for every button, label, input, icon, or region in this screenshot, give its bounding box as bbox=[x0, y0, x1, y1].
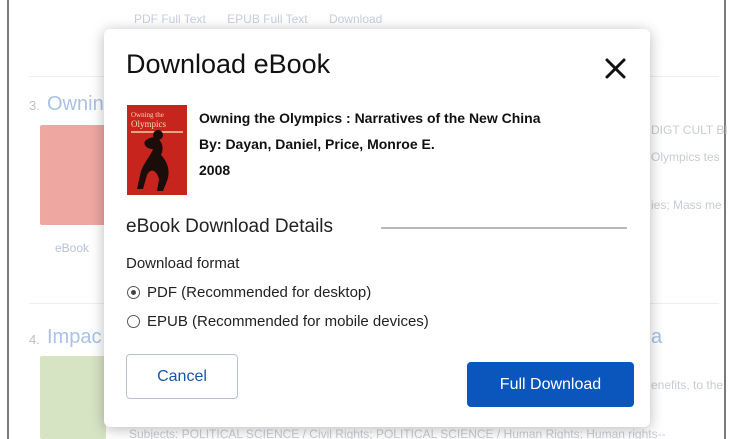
book-title: Owning the Olympics : Narratives of the … bbox=[199, 110, 541, 126]
download-format-label: Download format bbox=[126, 255, 240, 272]
bg-pdf-link: PDF Full Text bbox=[134, 12, 206, 26]
section-divider bbox=[381, 227, 627, 229]
bg-item3-side-text-1: DIGT CULT BI bbox=[651, 123, 728, 137]
bg-item4-number: 4. bbox=[29, 332, 40, 347]
dialog-title: Download eBook bbox=[126, 49, 331, 79]
background-toplinks: PDF Full Text EPUB Full Text Download bbox=[134, 12, 400, 26]
radio-epub[interactable] bbox=[127, 315, 140, 328]
frame-border-right bbox=[724, 0, 726, 439]
bg-item3-thumb-label: eBook bbox=[55, 241, 90, 255]
book-info: Owning the Olympics : Narratives of the … bbox=[199, 105, 541, 183]
download-ebook-dialog: Download eBook Owning the Olympics Ownin… bbox=[104, 29, 650, 427]
bg-item3-title: Ownin bbox=[47, 93, 104, 115]
bg-item4-side-text-1: enefits, to the bbox=[651, 378, 724, 392]
bg-item4-title: Impac bbox=[47, 326, 102, 348]
bg-item3-side-text-3: ies; Mass me bbox=[651, 198, 722, 212]
bg-item3-side-text-2: Olympics tes bbox=[651, 150, 720, 164]
bg-item3-number: 3. bbox=[29, 98, 40, 113]
bg-item4-title-tail: a bbox=[651, 326, 663, 348]
cover-title-text: Olympics bbox=[131, 119, 166, 129]
cancel-button[interactable]: Cancel bbox=[126, 354, 238, 399]
format-option-epub[interactable]: EPUB (Recommended for mobile devices) bbox=[127, 313, 429, 330]
section-heading: eBook Download Details bbox=[126, 216, 334, 237]
format-option-epub-label: EPUB (Recommended for mobile devices) bbox=[147, 313, 429, 330]
book-year: 2008 bbox=[199, 162, 231, 178]
bg-epub-link: EPUB Full Text bbox=[227, 12, 308, 26]
bg-item3-thumbnail bbox=[40, 125, 106, 225]
radio-pdf[interactable] bbox=[127, 286, 140, 299]
book-cover-artwork: Owning the Olympics bbox=[127, 105, 187, 195]
bg-item4-thumbnail bbox=[40, 356, 106, 439]
bg-item4-subjects: Subjects: POLITICAL SCIENCE / Civil Righ… bbox=[129, 427, 666, 439]
cover-title-text: Owning the bbox=[131, 111, 164, 119]
book-authors: By: Dayan, Daniel, Price, Monroe E. bbox=[199, 136, 435, 152]
close-icon bbox=[605, 58, 626, 79]
format-option-pdf-label: PDF (Recommended for desktop) bbox=[147, 284, 372, 301]
full-download-button[interactable]: Full Download bbox=[467, 362, 634, 407]
bg-download-link: Download bbox=[328, 12, 383, 26]
close-button[interactable] bbox=[602, 55, 630, 83]
format-option-pdf[interactable]: PDF (Recommended for desktop) bbox=[127, 284, 371, 301]
book-cover-image: Owning the Olympics bbox=[127, 105, 187, 195]
